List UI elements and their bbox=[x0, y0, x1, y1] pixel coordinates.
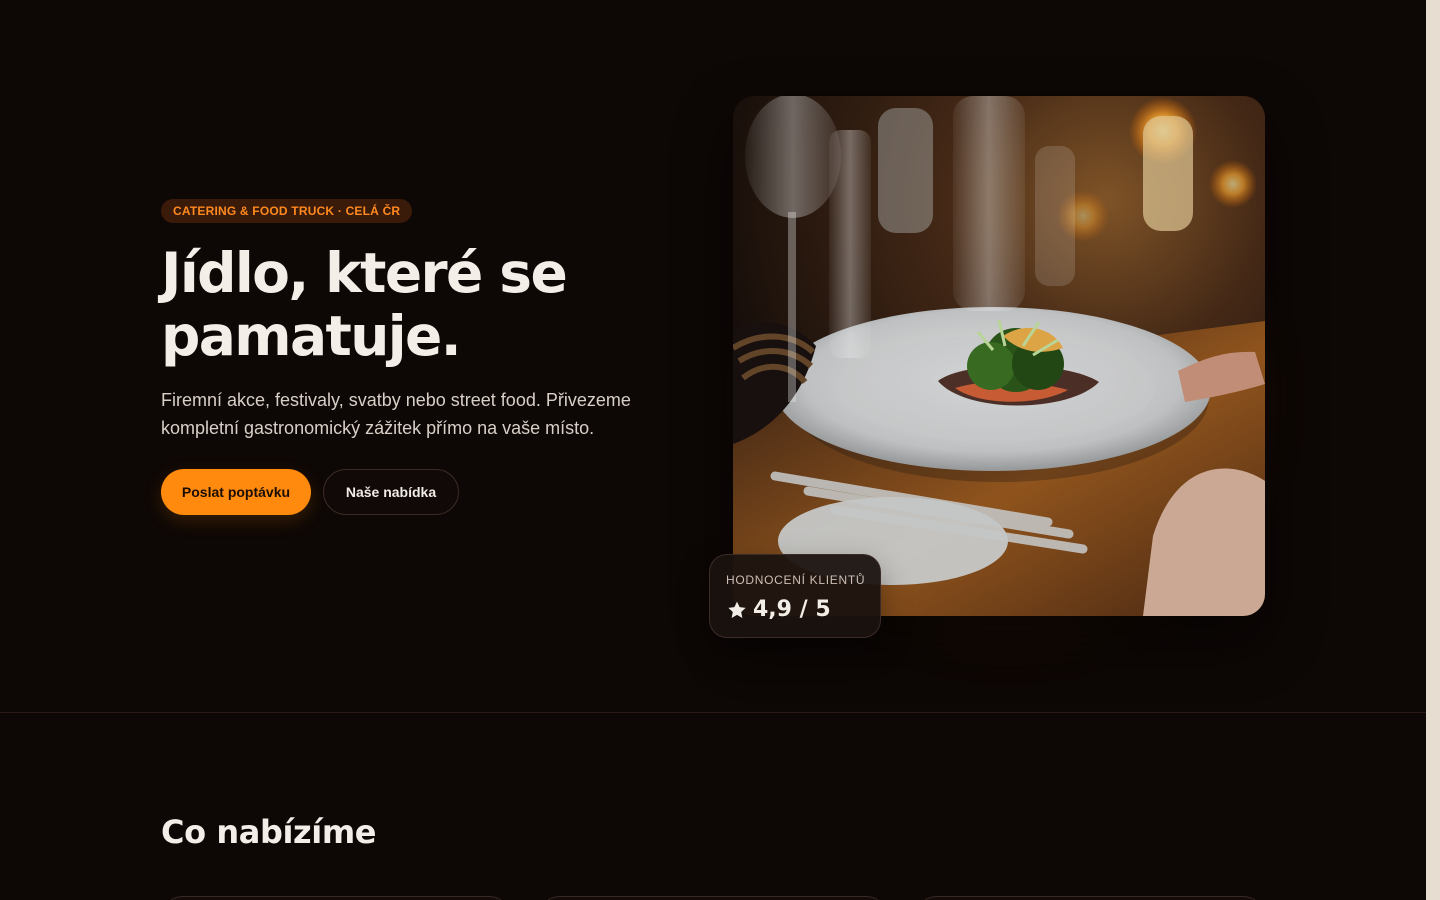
hero-title: Jídlo, které se pamatuje. bbox=[161, 242, 661, 368]
section-divider bbox=[0, 712, 1426, 713]
client-rating-value: 4,9 / 5 bbox=[753, 597, 831, 622]
hero-section: CATERING & FOOD TRUCK · CELÁ ČR Jídlo, k… bbox=[0, 0, 1426, 712]
hero-subtitle: Firemní akce, festivaly, svatby nebo str… bbox=[161, 390, 631, 438]
service-badge: CATERING & FOOD TRUCK · CELÁ ČR bbox=[161, 199, 413, 223]
hero-title-line-1: Jídlo, které se bbox=[161, 241, 568, 305]
hero-title-line-2: pamatuje. bbox=[161, 304, 462, 368]
our-offer-button[interactable]: Naše nabídka bbox=[323, 469, 459, 515]
vertical-scrollbar[interactable] bbox=[1426, 0, 1440, 900]
offer-card-1[interactable] bbox=[161, 896, 511, 900]
client-rating-label: HODNOCENÍ KLIENTŮ bbox=[726, 573, 866, 587]
client-rating-card: HODNOCENÍ KLIENTŮ 4,9 / 5 bbox=[709, 554, 881, 638]
client-rating-row: 4,9 / 5 bbox=[726, 595, 864, 625]
landing-page: CATERING & FOOD TRUCK · CELÁ ČR Jídlo, k… bbox=[0, 0, 1426, 900]
offers-section-title: Co nabízíme bbox=[161, 813, 377, 851]
offer-card-2[interactable] bbox=[538, 896, 888, 900]
star-icon bbox=[728, 601, 746, 618]
plated-dish-photo bbox=[733, 96, 1265, 616]
send-inquiry-button[interactable]: Poslat poptávku bbox=[161, 469, 311, 515]
offer-card-3[interactable] bbox=[915, 896, 1265, 900]
